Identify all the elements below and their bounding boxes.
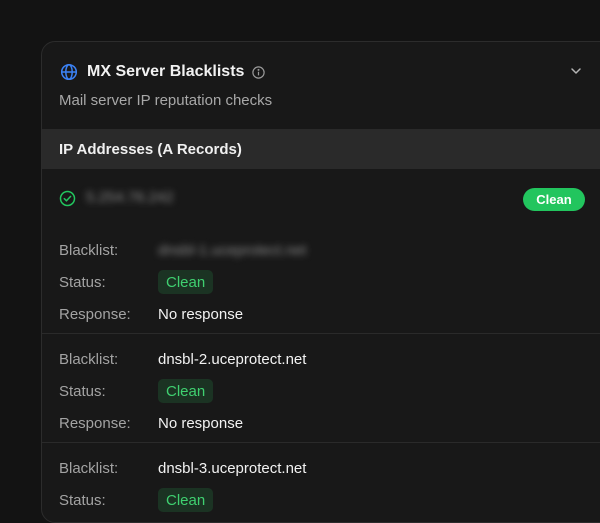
status-label: Status: xyxy=(59,273,106,291)
ip-address-value: 5.254.76.242 xyxy=(86,189,174,206)
status-row: Status: Clean xyxy=(42,375,600,407)
blacklist-value: dnsbl-1.uceprotect.net xyxy=(158,241,307,259)
card-header[interactable]: MX Server Blacklists Mail server IP repu… xyxy=(42,42,600,129)
response-label: Response: xyxy=(59,414,131,432)
blacklist-label: Blacklist: xyxy=(59,350,119,368)
blacklist-row: Blacklist: dnsbl-3.uceprotect.net xyxy=(42,452,600,484)
blacklist-row: Blacklist: dnsbl-1.uceprotect.net xyxy=(42,234,600,266)
ip-address-row[interactable]: 5.254.76.242 Clean xyxy=(42,169,600,227)
status-badge: Clean xyxy=(158,379,214,403)
response-row: Response: No response xyxy=(42,407,600,439)
status-label: Status: xyxy=(59,382,106,400)
blacklist-entry: Blacklist: dnsbl-2.uceprotect.net Status… xyxy=(42,333,600,442)
status-badge: Clean xyxy=(158,270,214,294)
chevron-down-icon[interactable] xyxy=(569,64,583,78)
blacklist-entry: Blacklist: dnsbl-3.uceprotect.net Status… xyxy=(42,442,600,519)
info-icon[interactable] xyxy=(252,65,266,79)
blacklist-label: Blacklist: xyxy=(59,241,119,259)
status-badge: Clean xyxy=(158,488,214,512)
ip-status-badge: Clean xyxy=(523,188,585,211)
globe-icon xyxy=(60,63,78,81)
mx-blacklist-card: MX Server Blacklists Mail server IP repu… xyxy=(41,41,600,523)
status-label: Status: xyxy=(59,491,106,509)
blacklist-row: Blacklist: dnsbl-2.uceprotect.net xyxy=(42,343,600,375)
section-header-ip-addresses: IP Addresses (A Records) xyxy=(42,129,600,169)
blacklist-value: dnsbl-2.uceprotect.net xyxy=(158,350,307,368)
status-row: Status: Clean xyxy=(42,266,600,298)
status-row: Status: Clean xyxy=(42,484,600,516)
title-row: MX Server Blacklists xyxy=(60,61,266,83)
check-circle-icon xyxy=(59,190,76,207)
blacklist-entry: Blacklist: dnsbl-1.uceprotect.net Status… xyxy=(42,227,600,333)
response-row: Response: No response xyxy=(42,298,600,330)
response-value: No response xyxy=(158,305,244,323)
card-title: MX Server Blacklists xyxy=(87,63,245,80)
blacklist-label: Blacklist: xyxy=(59,459,119,477)
card-subtitle: Mail server IP reputation checks xyxy=(59,92,273,109)
blacklist-value: dnsbl-3.uceprotect.net xyxy=(158,459,307,477)
response-value: No response xyxy=(158,414,244,432)
response-label: Response: xyxy=(59,305,131,323)
